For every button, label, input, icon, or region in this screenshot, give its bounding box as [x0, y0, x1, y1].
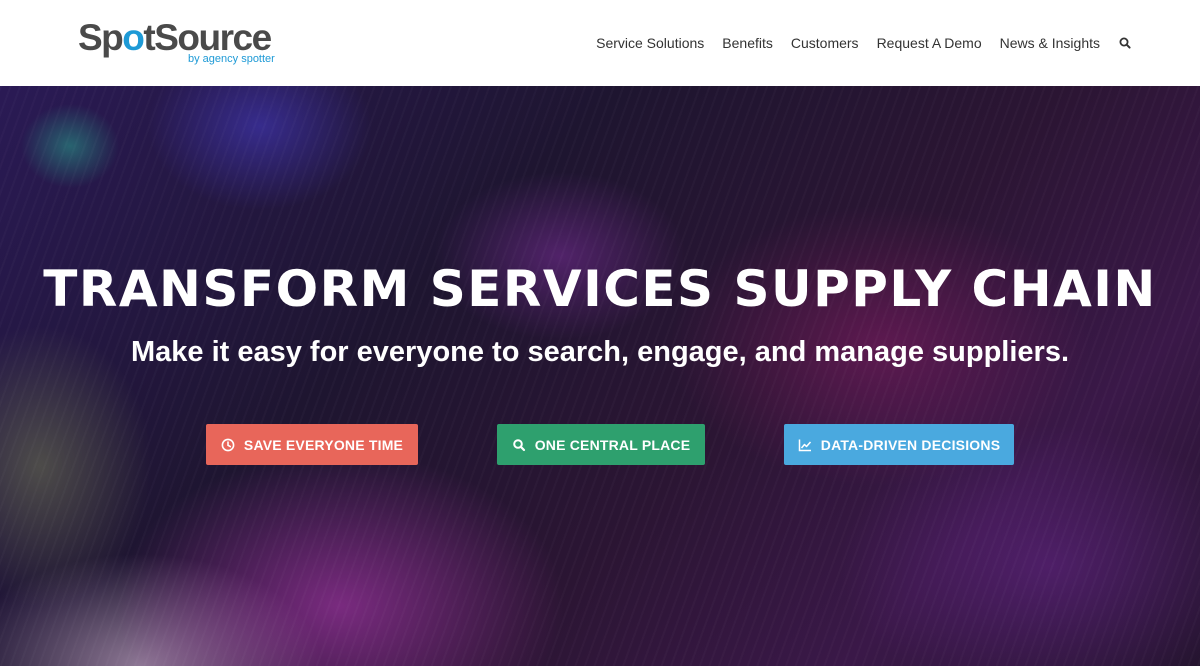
data-driven-decisions-label: DATA-DRIVEN DECISIONS [820, 436, 1001, 453]
clock-icon [221, 438, 235, 452]
nav-benefits[interactable]: Benefits [722, 35, 773, 51]
logo-tagline: by agency spotter [188, 53, 275, 65]
logo-wordmark: SpotSource [78, 17, 272, 58]
line-chart-icon [798, 438, 812, 452]
spotsource-logo[interactable]: SpotSource by agency spotter [78, 18, 278, 68]
main-nav: Service Solutions Benefits Customers Req… [578, 32, 1132, 54]
save-everyone-time-label: SAVE EVERYONE TIME [243, 436, 404, 453]
site-header: SpotSource by agency spotter Service Sol… [0, 0, 1200, 86]
hero-background-texture [0, 86, 1200, 666]
nav-service-solutions[interactable]: Service Solutions [596, 35, 704, 51]
hero-subtitle: Make it easy for everyone to search, eng… [130, 336, 1070, 368]
hero-title: TRANSFORM SERVICES SUPPLY CHAIN [43, 260, 1157, 318]
one-central-place-button[interactable]: ONE CENTRAL PLACE [497, 424, 705, 465]
nav-news-insights[interactable]: News & Insights [1000, 35, 1100, 51]
save-everyone-time-button[interactable]: SAVE EVERYONE TIME [206, 424, 418, 465]
hero-banner: TRANSFORM SERVICES SUPPLY CHAIN Make it … [0, 86, 1200, 666]
search-icon [512, 438, 526, 452]
one-central-place-label: ONE CENTRAL PLACE [534, 436, 691, 453]
nav-customers[interactable]: Customers [791, 35, 859, 51]
data-driven-decisions-button[interactable]: DATA-DRIVEN DECISIONS [784, 424, 1014, 465]
nav-request-a-demo[interactable]: Request A Demo [877, 35, 982, 51]
search-icon[interactable] [1118, 36, 1132, 50]
